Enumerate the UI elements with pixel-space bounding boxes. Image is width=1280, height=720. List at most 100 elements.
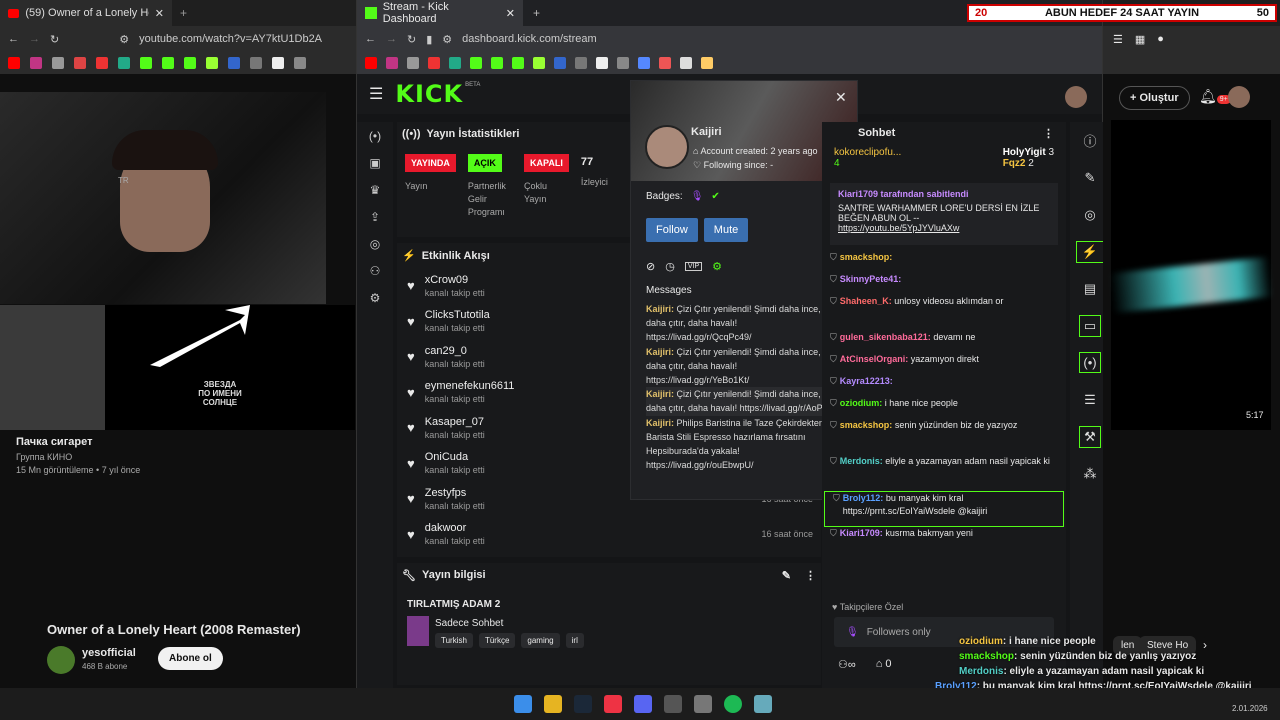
back-icon[interactable]: ← <box>8 33 19 45</box>
mod-shield-icon[interactable]: ⛉ <box>830 455 837 468</box>
chat-username[interactable]: smackshop: <box>840 420 893 430</box>
close-icon[interactable]: ✕ <box>506 7 515 20</box>
bookmark-icon[interactable] <box>228 57 240 69</box>
menu-icon[interactable]: ☰ <box>1113 33 1123 46</box>
video-player[interactable]: 5:17 <box>1109 120 1273 430</box>
ban-icon[interactable]: ⊘ <box>646 260 655 273</box>
bookmark-icon[interactable] <box>140 57 152 69</box>
bell-icon[interactable]: 🔔︎ 9+ <box>1199 88 1231 105</box>
video-card-title[interactable]: Пачка сигарет <box>16 436 92 448</box>
bookmark-icon[interactable] <box>386 57 398 69</box>
more-icon[interactable]: ⋮ <box>1043 127 1054 140</box>
bookmark-icon[interactable] <box>118 57 130 69</box>
broadcast-icon[interactable]: (•) <box>357 122 393 149</box>
mod-shield-icon[interactable]: ⛉ <box>830 251 837 264</box>
users-icon[interactable]: ⚇ <box>357 257 393 284</box>
tab-kick[interactable]: Stream - Kick Dashboard ✕ <box>357 0 523 26</box>
bookmark-icon[interactable] <box>554 57 566 69</box>
edit-icon[interactable]: ✎ <box>782 569 791 582</box>
settings-icon[interactable] <box>754 695 772 713</box>
bookmark-icon[interactable] <box>491 57 503 69</box>
bookmark-icon[interactable] <box>272 57 284 69</box>
feed-user[interactable]: ClicksTutotila <box>425 309 490 321</box>
close-icon[interactable]: ✕ <box>155 7 164 20</box>
video-thumb-main[interactable]: ЗВЕЗДА ПО ИМЕНИ СОЛНЦЕ <box>105 305 355 430</box>
bookmark-icon[interactable] <box>250 57 262 69</box>
chat-username[interactable]: Shaheen_K: <box>840 296 892 306</box>
video-thumb[interactable] <box>0 305 105 430</box>
follow-button[interactable]: Follow <box>646 218 698 242</box>
avatar[interactable] <box>1065 86 1087 108</box>
bookmark-icon[interactable] <box>428 57 440 69</box>
bookmark-icon[interactable] <box>659 57 671 69</box>
app-icon[interactable] <box>694 695 712 713</box>
discord-icon[interactable] <box>634 695 652 713</box>
bookmark-icon[interactable] <box>449 57 461 69</box>
mod-shield-icon[interactable]: ⛉ <box>830 273 837 286</box>
profile-icon[interactable]: ● <box>1157 33 1164 45</box>
folder-icon[interactable] <box>544 695 562 713</box>
feed-user[interactable]: dakwoor <box>425 522 485 534</box>
avatar[interactable] <box>1228 86 1250 108</box>
chat-username[interactable]: Kayra12213: <box>840 376 893 386</box>
bookmark-icon[interactable] <box>30 57 42 69</box>
chart-icon[interactable]: ▣ <box>357 149 393 176</box>
bookmark-icon[interactable] <box>701 57 713 69</box>
tag-chip[interactable]: irl <box>565 633 584 648</box>
mod-shield-icon[interactable]: ⛉ <box>830 331 837 344</box>
mute-button[interactable]: Mute <box>703 218 749 242</box>
tag-chip[interactable]: Turkish <box>435 633 473 648</box>
reload-icon[interactable]: ↻ <box>407 33 416 46</box>
video-card-channel[interactable]: Группа КИНО <box>16 452 72 462</box>
forward-icon[interactable]: → <box>29 33 40 45</box>
bookmark-icon[interactable] <box>206 57 218 69</box>
mod-shield-icon[interactable]: ⛉ <box>830 295 837 308</box>
target-icon[interactable]: ◎ <box>357 230 393 257</box>
settings-icon[interactable]: ⚙ <box>357 284 393 311</box>
bookmark-icon[interactable] <box>294 57 306 69</box>
mod-shield-icon[interactable]: ⛉ <box>830 419 837 432</box>
extension-icon[interactable]: ▦ <box>1135 33 1145 46</box>
mod-shield-icon[interactable]: ⛉ <box>830 375 837 388</box>
mod-icon[interactable]: ⚙ <box>712 260 722 273</box>
windows-icon[interactable] <box>514 695 532 713</box>
mod-shield-icon[interactable]: ⛉ <box>833 492 840 505</box>
mod-shield-icon[interactable]: ⛉ <box>830 353 837 366</box>
chat-username[interactable]: smackshop: <box>840 252 893 262</box>
tag-chip[interactable]: Türkçe <box>478 633 516 648</box>
kick-logo[interactable]: KICK <box>395 80 463 108</box>
timeout-icon[interactable]: ◷ <box>665 260 675 273</box>
category-name[interactable]: Sadece Sohbet <box>435 618 503 629</box>
new-tab-icon[interactable]: + <box>533 6 540 20</box>
feed-user[interactable]: Zestyfps <box>425 487 485 499</box>
upload-icon[interactable]: ⇪ <box>357 203 393 230</box>
more-icon[interactable]: ⋮ <box>805 569 816 582</box>
bookmark-icon[interactable] <box>596 57 608 69</box>
chat-username[interactable]: Kiari1709: <box>840 528 883 538</box>
address-bar[interactable]: dashboard.kick.com/stream <box>462 33 597 45</box>
bookmark-icon[interactable] <box>52 57 64 69</box>
bookmark-icon[interactable] <box>680 57 692 69</box>
trophy-icon[interactable]: ♛ <box>357 176 393 203</box>
feed-user[interactable]: eymenefekun6611 <box>425 380 515 392</box>
mod-shield-icon[interactable]: ⛉ <box>830 527 837 540</box>
create-button[interactable]: + Oluştur <box>1119 86 1190 110</box>
channel-avatar[interactable] <box>47 646 75 674</box>
bookmark-icon[interactable] <box>162 57 174 69</box>
feed-item[interactable]: ♥ dakwoor kanalı takip etti 16 saat önce <box>397 517 821 553</box>
bookmark-icon[interactable] <box>74 57 86 69</box>
feed-user[interactable]: OniCuda <box>425 451 485 463</box>
vip-icon[interactable]: VIP <box>684 262 703 271</box>
pinned-link[interactable]: https://youtu.be/5YpJYVluAXw <box>838 223 1050 233</box>
bookmark-icon[interactable] <box>96 57 108 69</box>
spotify-icon[interactable] <box>724 695 742 713</box>
address-bar[interactable]: youtube.com/watch?v=AY7ktU1Db2A <box>139 33 322 45</box>
bookmark-icon[interactable] <box>470 57 482 69</box>
bookmark-icon[interactable] <box>512 57 524 69</box>
channel-name[interactable]: yesofficial <box>82 647 136 659</box>
tab-youtube[interactable]: (59) Owner of a Lonely Heart (20 ✕ <box>0 0 172 26</box>
chat-username[interactable]: Merdonis: <box>840 456 883 466</box>
emote-icon[interactable]: ⚇∞ <box>838 658 856 671</box>
chat-username[interactable]: gulen_sikenbaba121: <box>840 332 931 342</box>
feed-user[interactable]: xCrow09 <box>425 274 485 286</box>
